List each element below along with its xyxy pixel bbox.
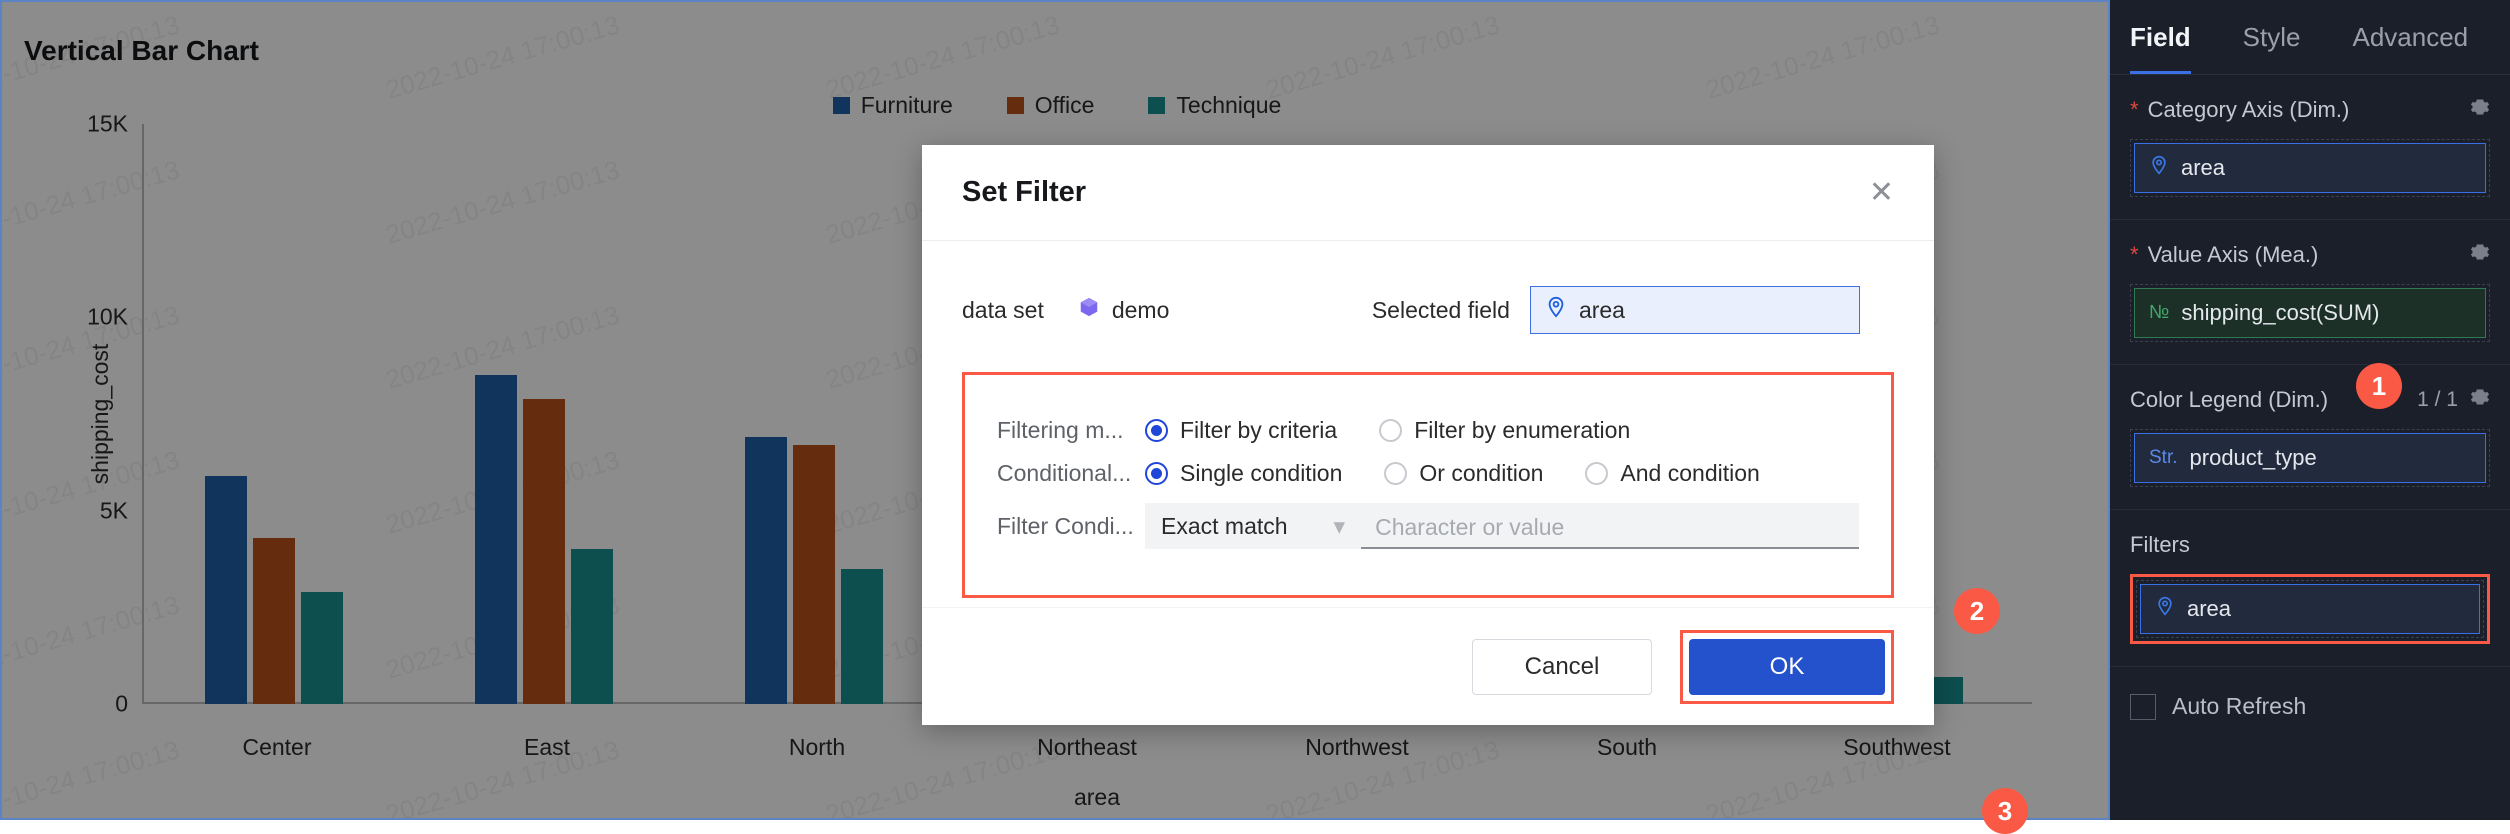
sidebar-section-category-axis-dim: * Category Axis (Dim.) area	[2110, 75, 2510, 220]
cube-icon	[1078, 296, 1100, 324]
section-title: Filters	[2130, 532, 2190, 557]
sidebar-section-value-axis-mea: * Value Axis (Mea.) № shipping_cost(SUM)	[2110, 220, 2510, 365]
dataset-value: demo	[1111, 296, 1170, 323]
section-title: Value Axis (Mea.)	[2147, 242, 2319, 267]
sidebar-section-color-legend-dim: Color Legend (Dim.) 1 / 1 Str. product_type	[2110, 365, 2510, 510]
field-slot[interactable]: № shipping_cost(SUM)	[2130, 284, 2490, 342]
field-chip-label: area	[2181, 155, 2226, 180]
filter-options-group: Filtering m... Filter by criteria Filter…	[962, 372, 1894, 598]
match-type-value: Exact match	[1161, 512, 1288, 539]
tab-style[interactable]: Style	[2243, 0, 2301, 74]
dialog-header: Set Filter ✕	[922, 145, 1934, 241]
field-chip[interactable]: Str. product_type	[2134, 433, 2486, 483]
chevron-down-icon: ▾	[1333, 512, 1346, 539]
dataset-label: data set	[962, 296, 1044, 323]
conditional-label: Conditional...	[997, 460, 1132, 486]
dialog-title: Set Filter	[962, 176, 1087, 208]
auto-refresh-row[interactable]: Auto Refresh	[2110, 667, 2510, 746]
field-chip-label: area	[2187, 596, 2232, 621]
field-slot[interactable]: area	[2130, 139, 2490, 197]
tab-field[interactable]: Field	[2130, 0, 2191, 74]
field-chip[interactable]: № shipping_cost(SUM)	[2134, 288, 2486, 338]
radio-icon	[1585, 462, 1609, 485]
radio-label: Or condition	[1419, 460, 1544, 486]
field-chip[interactable]: area	[2134, 143, 2486, 193]
selected-field-label: Selected field	[1371, 296, 1510, 323]
sidebar-section-filters: Filters area	[2110, 510, 2510, 667]
sidebar-sections: * Category Axis (Dim.) area * Value Axis (Me…	[2110, 75, 2510, 667]
auto-refresh-checkbox[interactable]	[2130, 693, 2156, 720]
radio-icon	[1384, 462, 1408, 485]
radio-single-condition[interactable]: Single condition	[1145, 460, 1342, 487]
filter-condition-label: Filter Condi...	[997, 512, 1134, 539]
conditional-row: Conditional... Single condition Or condi…	[997, 460, 1859, 487]
dialog-body: data set demo Selected field area Filter…	[922, 241, 1934, 607]
selected-field-value: area	[1578, 296, 1625, 323]
dialog-field-row: data set demo Selected field area	[962, 286, 1894, 334]
match-type-select[interactable]: Exact match ▾	[1145, 503, 1362, 549]
dataset-value-box[interactable]: demo	[1063, 286, 1334, 334]
required-asterisk: *	[2130, 242, 2139, 267]
field-chip-label: shipping_cost(SUM)	[2181, 300, 2380, 325]
radio-label: Filter by enumeration	[1414, 417, 1631, 443]
radio-label: Filter by criteria	[1180, 417, 1338, 443]
location-pin-icon	[2149, 155, 2169, 181]
radio-icon	[1145, 419, 1168, 442]
field-slot[interactable]: Str. product_type	[2130, 429, 2490, 487]
close-icon[interactable]: ✕	[1869, 177, 1894, 208]
badge-step-2: 2	[1954, 588, 2000, 634]
sidebar-tabs: Field Style Advanced	[2110, 0, 2510, 75]
section-title: Category Axis (Dim.)	[2147, 97, 2350, 122]
dialog-footer: Cancel OK	[922, 607, 1934, 725]
radio-icon	[1145, 462, 1168, 485]
ok-button[interactable]: OK	[1689, 638, 1885, 695]
tab-advanced[interactable]: Advanced	[2352, 0, 2468, 74]
filter-condition-row: Filter Condi... Exact match ▾ Character …	[997, 503, 1859, 549]
selected-field-value-box[interactable]: area	[1529, 286, 1860, 334]
badge-step-3: 3	[1982, 788, 2028, 834]
section-header: * Category Axis (Dim.)	[2130, 97, 2490, 123]
filter-value-input[interactable]: Character or value	[1361, 503, 1859, 549]
right-config-sidebar: Field Style Advanced * Category Axis (Dim.)…	[2110, 0, 2510, 820]
section-header: Filters	[2130, 532, 2490, 558]
field-chip[interactable]: area	[2140, 584, 2480, 634]
section-count: 1 / 1	[2417, 388, 2458, 411]
radio-label: And condition	[1620, 460, 1760, 486]
badge-step-1: 1	[2356, 363, 2402, 409]
ok-button-highlight: OK	[1680, 629, 1894, 704]
radio-icon	[1379, 419, 1403, 442]
cancel-button[interactable]: Cancel	[1472, 638, 1652, 695]
gear-icon[interactable]	[2470, 97, 2490, 123]
gear-icon[interactable]	[2470, 242, 2490, 268]
section-header-right	[2470, 242, 2490, 268]
location-pin-icon	[1545, 296, 1567, 324]
location-pin-icon	[2155, 596, 2175, 622]
filtering-mode-row: Filtering m... Filter by criteria Filter…	[997, 417, 1859, 444]
field-chip-label: product_type	[2189, 445, 2317, 470]
number-icon: №	[2149, 302, 2170, 323]
radio-filter-by-enumeration[interactable]: Filter by enumeration	[1379, 417, 1630, 444]
section-header: * Value Axis (Mea.)	[2130, 242, 2490, 268]
radio-or-condition[interactable]: Or condition	[1384, 460, 1543, 487]
required-asterisk: *	[2130, 97, 2139, 122]
field-slot[interactable]: area	[2136, 580, 2484, 638]
section-header: Color Legend (Dim.) 1 / 1	[2130, 387, 2490, 413]
filtering-mode-label: Filtering m...	[997, 417, 1124, 443]
auto-refresh-label: Auto Refresh	[2172, 693, 2307, 719]
set-filter-dialog: Set Filter ✕ data set demo Selected fiel…	[922, 145, 2028, 834]
radio-filter-by-criteria[interactable]: Filter by criteria	[1145, 417, 1337, 444]
gear-icon[interactable]	[2470, 387, 2490, 413]
radio-and-condition[interactable]: And condition	[1585, 460, 1760, 487]
section-header-right	[2470, 97, 2490, 123]
radio-label: Single condition	[1180, 460, 1343, 486]
section-header-right: 1 / 1	[2417, 387, 2490, 413]
filters-highlight: area	[2130, 574, 2490, 644]
string-icon: Str.	[2149, 447, 2178, 468]
section-title: Color Legend (Dim.)	[2130, 387, 2329, 412]
